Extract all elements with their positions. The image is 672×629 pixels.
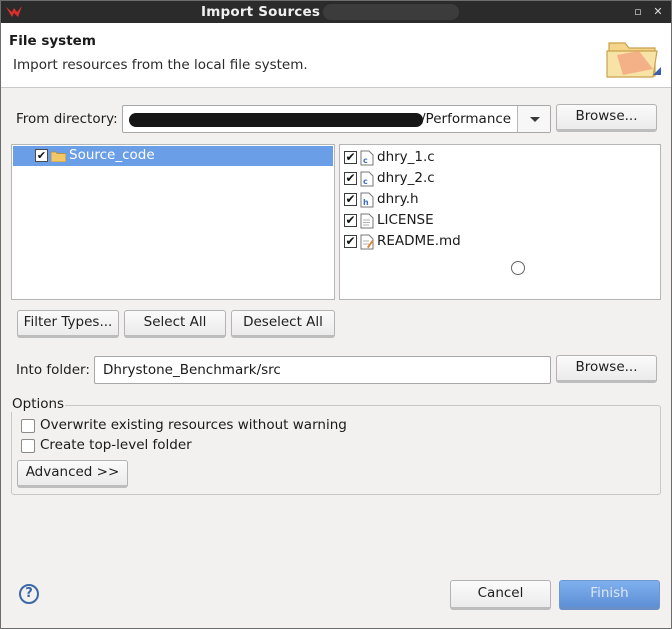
import-sources-dialog: Import Sources ▫ ✕ File system Import re… — [0, 0, 672, 629]
file-name: LICENSE — [377, 212, 434, 228]
window-title: Import Sources — [201, 4, 321, 20]
cancel-button[interactable]: Cancel — [450, 580, 551, 610]
into-folder-label: Into folder: — [16, 362, 90, 378]
busy-cursor-icon — [511, 261, 525, 275]
svg-text:c: c — [363, 156, 368, 165]
redacted-path — [129, 113, 423, 127]
into-folder-field[interactable]: Dhrystone_Benchmark/src — [94, 356, 551, 384]
tree-item-label: Source_code — [69, 147, 155, 163]
wizard-banner: File system Import resources from the lo… — [1, 23, 671, 88]
list-item[interactable]: ✔ h dhry.h — [344, 190, 664, 210]
into-folder-value: Dhrystone_Benchmark/src — [103, 362, 281, 378]
svg-text:h: h — [363, 198, 369, 207]
c-source-file-icon: c — [360, 171, 374, 187]
list-item[interactable]: ✔ LICENSE — [344, 211, 664, 231]
svg-text:c: c — [363, 177, 368, 186]
from-directory-value: /Performance — [421, 111, 512, 127]
file-checkbox[interactable]: ✔ — [344, 235, 357, 248]
redacted-title-region — [323, 4, 459, 20]
checkbox-box[interactable] — [21, 439, 35, 453]
file-name: dhry.h — [377, 191, 419, 207]
overwrite-label: Overwrite existing resources without war… — [40, 417, 347, 433]
from-directory-combo[interactable]: /Performance — [122, 105, 551, 133]
list-item[interactable]: ✔ c dhry_1.c — [344, 148, 664, 168]
list-item[interactable]: ✔ README.md — [344, 232, 664, 252]
folder-tree[interactable]: ✔ Source_code — [11, 144, 335, 300]
file-list[interactable]: ✔ c dhry_1.c ✔ c dhry_2.c ✔ h dhry.h ✔ L… — [339, 144, 661, 300]
file-checkbox[interactable]: ✔ — [344, 214, 357, 227]
text-file-icon — [360, 213, 374, 229]
list-item[interactable]: ✔ c dhry_2.c — [344, 169, 664, 189]
browse-directory-button[interactable]: Browse... — [556, 104, 657, 132]
checkbox-box[interactable] — [21, 419, 35, 433]
options-title: Options — [11, 396, 66, 412]
page-title: File system — [9, 33, 96, 49]
from-directory-label: From directory: — [16, 111, 118, 127]
tree-checkbox[interactable]: ✔ — [35, 149, 48, 162]
top-level-folder-label: Create top-level folder — [40, 437, 192, 453]
maximize-icon[interactable]: ▫ — [631, 5, 645, 19]
markdown-file-icon — [360, 234, 374, 250]
file-checkbox[interactable]: ✔ — [344, 193, 357, 206]
select-all-button[interactable]: Select All — [124, 310, 226, 338]
browse-folder-button[interactable]: Browse... — [556, 355, 657, 383]
overwrite-checkbox[interactable]: Overwrite existing resources without war… — [21, 417, 351, 435]
advanced-button[interactable]: Advanced >> — [17, 460, 128, 488]
title-bar[interactable]: Import Sources ▫ ✕ — [1, 1, 671, 23]
tree-item-source-code[interactable]: ✔ Source_code — [13, 146, 333, 166]
file-checkbox[interactable]: ✔ — [344, 151, 357, 164]
c-source-file-icon: c — [360, 150, 374, 166]
file-name: dhry_1.c — [377, 149, 435, 165]
top-level-folder-checkbox[interactable]: Create top-level folder — [21, 437, 201, 455]
file-name: README.md — [377, 233, 461, 249]
file-name: dhry_2.c — [377, 170, 435, 186]
chevron-down-icon[interactable] — [517, 106, 550, 132]
filter-types-button[interactable]: Filter Types... — [17, 310, 119, 338]
file-checkbox[interactable]: ✔ — [344, 172, 357, 185]
folder-icon — [51, 151, 66, 162]
c-header-file-icon: h — [360, 192, 374, 208]
app-logo-icon — [6, 6, 22, 17]
help-icon[interactable]: ? — [19, 584, 39, 604]
page-description: Import resources from the local file sys… — [13, 57, 308, 73]
finish-button[interactable]: Finish — [559, 580, 660, 610]
deselect-all-button[interactable]: Deselect All — [231, 310, 335, 338]
close-icon[interactable]: ✕ — [651, 5, 665, 19]
folder-import-icon — [606, 42, 661, 78]
